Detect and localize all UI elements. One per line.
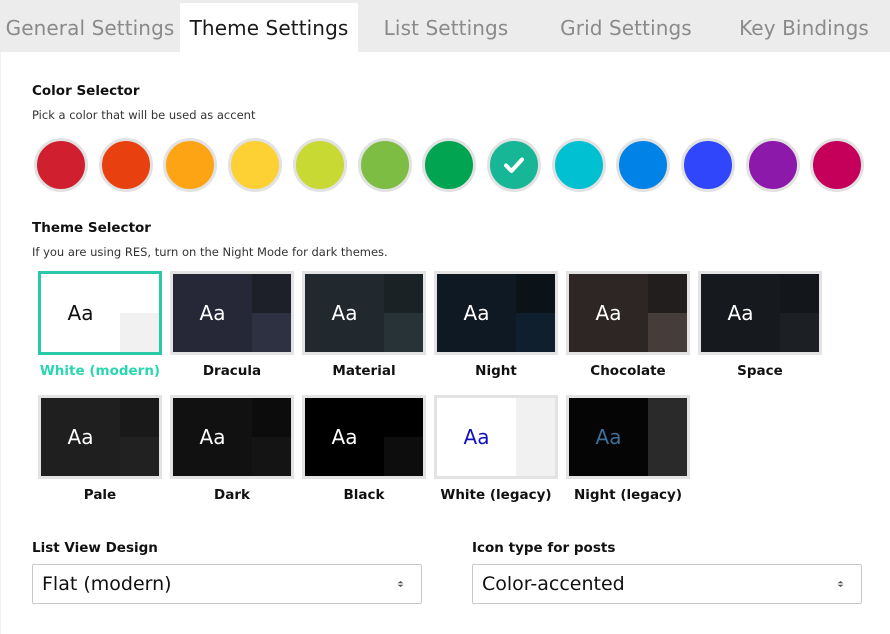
color-swatch[interactable] (616, 138, 670, 192)
theme-preview: Aa (302, 271, 426, 355)
theme-card[interactable]: Aa Dark (170, 395, 294, 503)
theme-preview-sample: Aa (173, 398, 252, 476)
settings-dialog: General Settings Theme Settings List Set… (0, 0, 890, 634)
color-swatch[interactable] (163, 138, 217, 192)
icon-type-select[interactable]: Color-accented (472, 564, 862, 604)
theme-card[interactable]: Aa White (legacy) (434, 395, 558, 503)
theme-preview-sidebar-top (516, 274, 555, 313)
color-swatch[interactable] (681, 138, 735, 192)
theme-preview: Aa (170, 271, 294, 355)
tab-theme-settings[interactable]: Theme Settings (180, 3, 358, 52)
theme-preview-sample: Aa (437, 398, 516, 476)
list-view-design-select[interactable]: Flat (modern) (32, 564, 422, 604)
theme-name: Black (343, 487, 385, 503)
theme-preview-sidebar-top (252, 274, 291, 313)
theme-preview: Aa (170, 395, 294, 479)
theme-preview-sample: Aa (569, 398, 648, 476)
tab-general-settings[interactable]: General Settings (0, 3, 180, 52)
theme-preview-sidebar-bottom (516, 313, 555, 352)
theme-preview: Aa (38, 395, 162, 479)
theme-preview: Aa (434, 271, 558, 355)
color-swatch[interactable] (34, 138, 88, 192)
tab-grid-settings[interactable]: Grid Settings (534, 3, 718, 52)
theme-name: Night (475, 363, 517, 379)
theme-preview: Aa (566, 271, 690, 355)
color-swatch[interactable] (358, 138, 412, 192)
theme-preview-sidebar-bottom (516, 437, 555, 476)
theme-preview-sample: Aa (569, 274, 648, 352)
theme-card[interactable]: Aa Pale (38, 395, 162, 503)
theme-preview-sidebar-bottom (120, 437, 159, 476)
theme-preview-sidebar-top (120, 398, 159, 437)
color-selector-title: Color Selector (32, 83, 140, 99)
theme-card[interactable]: Aa Chocolate (566, 271, 690, 379)
theme-preview-sidebar-bottom (648, 313, 687, 352)
theme-preview-sample: Aa (701, 274, 780, 352)
tab-list-settings[interactable]: List Settings (358, 3, 534, 52)
theme-preview-sample: Aa (305, 274, 384, 352)
select-arrows-icon (397, 581, 404, 587)
theme-preview-sidebar-bottom (384, 313, 423, 352)
color-selector-description: Pick a color that will be used as accent (32, 108, 256, 122)
theme-card[interactable]: Aa Space (698, 271, 822, 379)
theme-preview-sidebar-top (516, 398, 555, 437)
theme-name: Pale (83, 487, 117, 503)
theme-preview-sidebar-bottom (252, 313, 291, 352)
icon-type-value: Color-accented (482, 573, 625, 595)
theme-preview-sidebar-top (384, 398, 423, 437)
theme-name: White (legacy) (440, 487, 552, 503)
theme-card[interactable]: Aa Night (434, 271, 558, 379)
theme-preview-sidebar-top (384, 274, 423, 313)
color-swatch[interactable] (293, 138, 347, 192)
tab-bar: General Settings Theme Settings List Set… (0, 0, 890, 52)
theme-preview-sidebar-bottom (252, 437, 291, 476)
theme-preview-sample: Aa (305, 398, 384, 476)
theme-preview: Aa (698, 271, 822, 355)
theme-name: Night (legacy) (573, 487, 683, 503)
theme-card[interactable]: Aa White (modern) (38, 271, 162, 379)
theme-preview-sidebar-top (120, 274, 159, 313)
theme-preview-sample: Aa (41, 398, 120, 476)
theme-name: White (modern) (39, 363, 161, 379)
theme-preview-sample: Aa (41, 274, 120, 352)
theme-preview-sample: Aa (437, 274, 516, 352)
color-swatch[interactable] (487, 138, 541, 192)
theme-preview-sidebar-top (648, 398, 687, 437)
theme-card[interactable]: Aa Night (legacy) (566, 395, 690, 503)
checkmark-icon (504, 157, 524, 173)
select-arrows-icon (837, 581, 844, 587)
list-view-design-label: List View Design (32, 540, 158, 556)
theme-preview-sidebar-bottom (384, 437, 423, 476)
theme-name: Chocolate (590, 363, 666, 379)
theme-preview-sidebar-top (252, 398, 291, 437)
tab-key-bindings[interactable]: Key Bindings (718, 3, 890, 52)
theme-preview: Aa (302, 395, 426, 479)
theme-name: Space (737, 363, 783, 379)
theme-preview-sidebar-bottom (648, 437, 687, 476)
theme-preview-sidebar-top (780, 274, 819, 313)
theme-card[interactable]: Aa Dracula (170, 271, 294, 379)
theme-preview: Aa (434, 395, 558, 479)
theme-name: Dracula (202, 363, 262, 379)
theme-selector-description: If you are using RES, turn on the Night … (32, 245, 388, 259)
theme-preview-sidebar-top (648, 274, 687, 313)
color-swatch[interactable] (746, 138, 800, 192)
theme-preview-sample: Aa (173, 274, 252, 352)
theme-card[interactable]: Aa Material (302, 271, 426, 379)
color-swatch[interactable] (99, 138, 153, 192)
theme-name: Dark (214, 487, 250, 503)
theme-preview: Aa (38, 271, 162, 355)
theme-preview-sidebar-bottom (120, 313, 159, 352)
theme-preview: Aa (566, 395, 690, 479)
theme-card[interactable]: Aa Black (302, 395, 426, 503)
theme-preview-sidebar-bottom (780, 313, 819, 352)
list-view-design-value: Flat (modern) (42, 573, 172, 595)
icon-type-label: Icon type for posts (472, 540, 616, 556)
color-swatch[interactable] (810, 138, 864, 192)
color-swatch[interactable] (422, 138, 476, 192)
theme-name: Material (332, 363, 396, 379)
theme-selector-title: Theme Selector (32, 220, 151, 236)
color-swatch[interactable] (552, 138, 606, 192)
color-swatch[interactable] (228, 138, 282, 192)
